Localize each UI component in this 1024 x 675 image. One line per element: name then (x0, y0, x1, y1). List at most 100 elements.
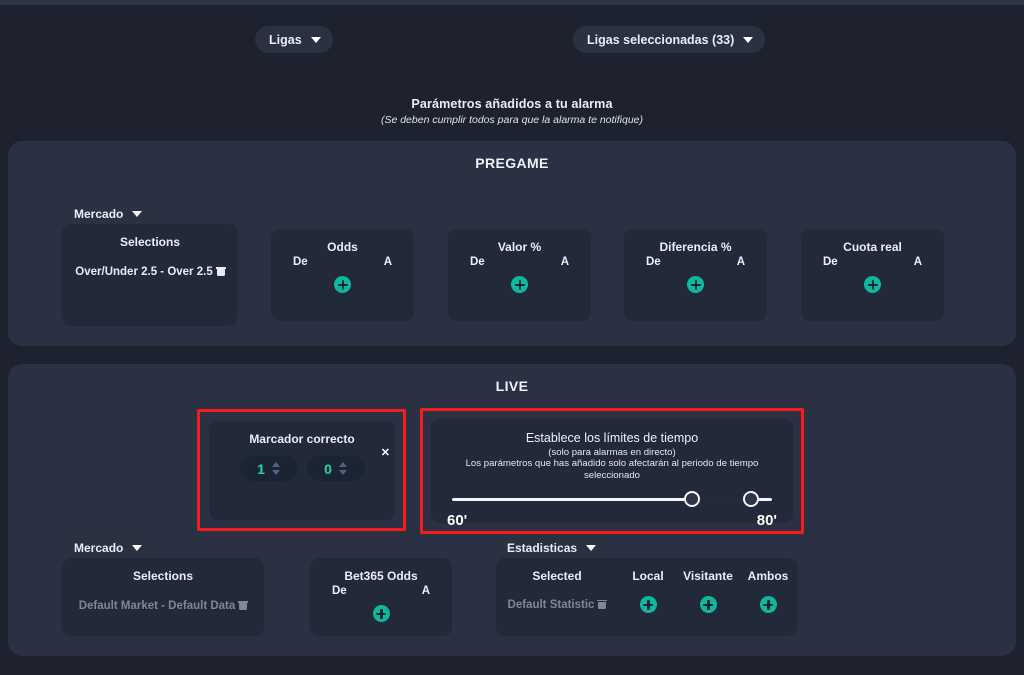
live-selection-item[interactable]: Default Market - Default Data (62, 583, 264, 612)
chevron-down-icon (132, 211, 143, 217)
correct-score-card: Marcador correcto 1 0 ✕ (209, 421, 395, 520)
chevron-down-icon (132, 545, 143, 551)
live-market-label: Mercado (74, 540, 124, 555)
statistics-column-visitante: Visitante (683, 569, 733, 583)
leagues-selected-label: Ligas seleccionadas (33) (587, 32, 735, 47)
slider-handle-max[interactable] (743, 490, 760, 507)
add-bet365-odds-button[interactable] (372, 605, 390, 622)
add-valor-button[interactable] (511, 276, 528, 293)
away-score-stepper[interactable]: 0 (306, 456, 365, 481)
page-title: Parámetros añadidos a tu alarma (411, 97, 613, 111)
statistics-card: Selected Local Visitante Ambos Default S… (496, 558, 798, 636)
statistics-ambos-cell (738, 596, 798, 613)
add-cuota-button[interactable] (864, 276, 881, 293)
statistics-row-label-cell[interactable]: Default Statistic (496, 599, 618, 611)
away-score-value: 0 (324, 460, 332, 477)
chevron-down-icon (586, 545, 597, 551)
statistics-local-cell (618, 596, 678, 613)
pregame-selection-item-label: Over/Under 2.5 - Over 2.5 (75, 266, 213, 278)
statistics-dropdown[interactable]: Estadisticas (495, 535, 608, 560)
remove-correct-score-button[interactable]: ✕ (381, 448, 390, 459)
cuota-range-labels: De A (801, 254, 944, 268)
statistics-column-ambos: Ambos (747, 569, 789, 583)
time-range-labels: 60' 80' (447, 512, 777, 529)
valor-range-labels: De A (448, 254, 591, 268)
statistics-row-label: Default Statistic (507, 598, 595, 611)
chevron-up-icon[interactable] (271, 462, 280, 467)
bet365-range-labels: De A (310, 583, 452, 597)
diferencia-range-card: Diferencia % De A (624, 229, 767, 321)
odds-range-labels: De A (271, 254, 414, 268)
time-min-label: 60' (447, 511, 468, 529)
chevron-down-icon[interactable] (338, 470, 347, 475)
pregame-panel-title: PREGAME (475, 155, 549, 171)
table-row: Default Statistic (496, 583, 798, 613)
chevron-down-icon (310, 37, 321, 43)
leagues-toolbar: Ligas Ligas seleccionadas (33) (0, 26, 1024, 54)
live-selection-item-label: Default Market - Default Data (78, 600, 236, 612)
bet365-card-title: Bet365 Odds (344, 569, 418, 583)
diferencia-range-labels: De A (624, 254, 767, 268)
valor-from-label: De (470, 256, 485, 268)
live-market-dropdown[interactable]: Mercado (62, 535, 154, 560)
leagues-dropdown-label: Ligas (269, 32, 302, 47)
bet365-odds-card: Bet365 Odds De A (310, 558, 452, 636)
valor-range-card: Valor % De A (448, 229, 591, 321)
odds-range-card: Odds De A (271, 229, 414, 321)
cuota-card-title: Cuota real (843, 240, 902, 254)
leagues-dropdown[interactable]: Ligas (255, 26, 333, 53)
top-edge-strip (0, 0, 1024, 5)
pregame-market-dropdown[interactable]: Mercado (62, 201, 154, 226)
time-limits-card: Establece los límites de tiempo (solo pa… (431, 419, 793, 529)
add-odds-button[interactable] (334, 276, 351, 293)
trash-icon[interactable] (238, 601, 249, 610)
statistics-dropdown-label: Estadisticas (507, 540, 578, 555)
pregame-market-label: Mercado (74, 206, 124, 221)
diferencia-from-label: De (646, 256, 661, 268)
home-score-arrows[interactable] (271, 462, 280, 475)
live-panel-title: LIVE (495, 378, 529, 394)
chevron-up-icon[interactable] (338, 462, 347, 467)
time-limits-subtitle: (solo para alarmas en directo) (548, 447, 676, 458)
statistics-column-local: Local (632, 569, 664, 583)
statistics-table-header: Selected Local Visitante Ambos (496, 558, 798, 583)
time-limits-title: Establece los límites de tiempo (525, 431, 699, 445)
odds-card-title: Odds (327, 240, 358, 254)
trash-icon[interactable] (597, 599, 608, 609)
live-selections-title: Selections (132, 569, 194, 583)
add-local-statistic-button[interactable] (639, 596, 657, 613)
time-max-label: 80' (756, 511, 777, 529)
live-selections-card: Selections Default Market - Default Data (62, 558, 264, 636)
add-diferencia-button[interactable] (687, 276, 704, 293)
valor-card-title: Valor % (497, 240, 542, 254)
diferencia-card-title: Diferencia % (659, 240, 732, 254)
chevron-down-icon[interactable] (271, 470, 280, 475)
pregame-selection-item[interactable]: Over/Under 2.5 - Over 2.5 (62, 249, 238, 278)
slider-handle-min[interactable] (684, 490, 700, 507)
home-score-value: 1 (257, 460, 265, 477)
diferencia-to-label: A (736, 256, 745, 268)
cuota-from-label: De (823, 256, 838, 268)
pregame-selections-card: Selections Over/Under 2.5 - Over 2.5 (62, 224, 238, 326)
home-score-stepper[interactable]: 1 (239, 456, 298, 481)
away-score-arrows[interactable] (338, 462, 347, 475)
page-subtitle: (Se deben cumplir todos para que la alar… (380, 114, 644, 126)
add-ambos-statistic-button[interactable] (759, 596, 777, 613)
cuota-real-range-card: Cuota real De A (801, 229, 944, 321)
cuota-to-label: A (913, 256, 922, 268)
statistics-column-selected: Selected (532, 569, 582, 583)
time-limits-note: Los parámetros que has añadido solo afec… (465, 458, 759, 481)
leagues-selected-dropdown[interactable]: Ligas seleccionadas (33) (573, 26, 766, 53)
add-visitante-statistic-button[interactable] (699, 596, 717, 613)
correct-score-steppers: 1 0 ✕ (209, 448, 395, 481)
valor-to-label: A (560, 256, 569, 268)
bet365-to-label: A (421, 585, 430, 597)
odds-from-label: De (293, 256, 308, 268)
statistics-visitante-cell (678, 596, 738, 613)
pregame-selections-title: Selections (119, 235, 181, 249)
trash-icon[interactable] (215, 267, 226, 276)
bet365-from-label: De (332, 585, 347, 597)
time-range-slider[interactable] (452, 490, 772, 507)
odds-to-label: A (383, 256, 392, 268)
page-heading: Parámetros añadidos a tu alarma (Se debe… (0, 97, 1024, 126)
